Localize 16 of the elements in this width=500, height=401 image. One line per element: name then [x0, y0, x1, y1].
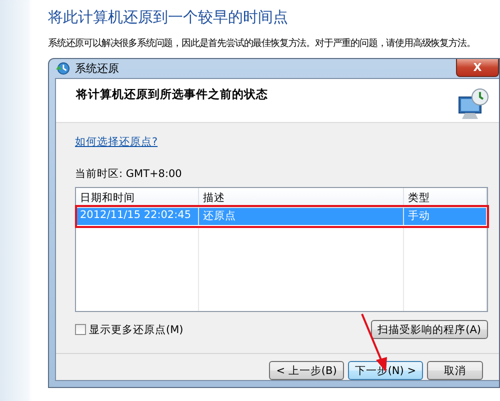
- help-link[interactable]: 如何选择还原点?: [75, 135, 158, 149]
- close-button[interactable]: X: [456, 59, 499, 77]
- page-heading: 将此计算机还原到一个较早的时间点: [48, 7, 289, 28]
- dialog-button[interactable]: < 上一步(B): [269, 361, 344, 380]
- timezone-label: 当前时区: GMT+8:00: [75, 167, 183, 181]
- column-header[interactable]: 类型: [404, 188, 487, 208]
- checkbox[interactable]: [75, 324, 86, 335]
- checkbox-label: 显示更多还原点(M): [89, 322, 184, 336]
- dialog-title: 系统还原: [75, 61, 119, 76]
- scan-programs-button[interactable]: 扫描受影响的程序(A): [370, 320, 488, 339]
- column-header[interactable]: 描述: [199, 188, 404, 208]
- restore-icon: [55, 61, 70, 76]
- column-header[interactable]: 日期和时间: [76, 188, 199, 208]
- page-description: 系统还原可以解决很多系统问题，因此是首先尝试的最佳恢复方法。对于严重的问题，请使用高级恢复方法。: [48, 37, 476, 50]
- dialog-button[interactable]: 取消: [427, 361, 483, 380]
- dialog-header: 将计算机还原到所选事件之前的状态: [76, 87, 268, 102]
